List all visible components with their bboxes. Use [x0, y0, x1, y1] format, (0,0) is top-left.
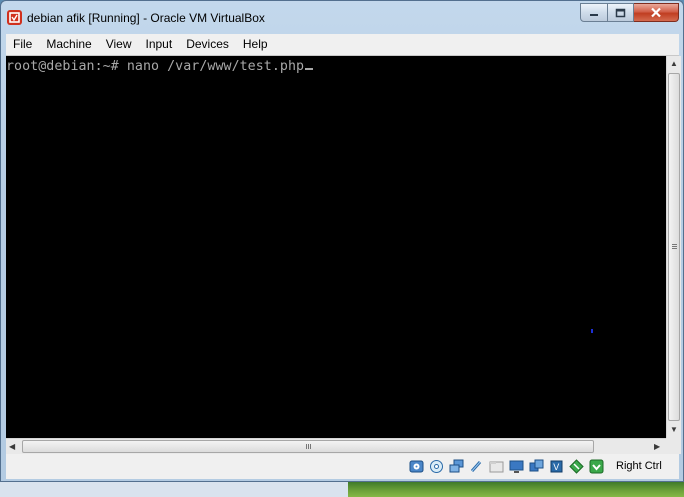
scrollbar-corner: [666, 438, 681, 454]
menu-view[interactable]: View: [99, 34, 139, 55]
console-command-line: root@debian:~# nano /var/www/test.php: [6, 59, 314, 74]
display-icon[interactable]: [508, 458, 525, 474]
window-title: debian afik [Running] - Oracle VM Virtua…: [27, 11, 265, 25]
svg-text:V: V: [553, 462, 559, 472]
usb-icon[interactable]: [468, 458, 485, 474]
hard-disk-icon[interactable]: [408, 458, 425, 474]
status-bar: V Right Ctrl: [6, 454, 679, 479]
shared-folders-icon[interactable]: [488, 458, 505, 474]
menu-machine[interactable]: Machine: [39, 34, 98, 55]
menu-bar: File Machine View Input Devices Help: [6, 34, 679, 56]
scroll-up-icon[interactable]: ▲: [670, 59, 678, 68]
maximize-icon: [615, 8, 626, 17]
desktop-background: [0, 482, 348, 497]
menu-input[interactable]: Input: [139, 34, 180, 55]
title-bar[interactable]: debian afik [Running] - Oracle VM Virtua…: [1, 1, 683, 33]
scroll-right-icon[interactable]: ▶: [654, 442, 660, 451]
vertical-scroll-thumb[interactable]: [668, 73, 680, 421]
mouse-pointer-artifact: [591, 329, 593, 333]
text-cursor: [305, 68, 314, 70]
menu-file[interactable]: File: [6, 34, 39, 55]
mouse-integration-icon[interactable]: [568, 458, 585, 474]
optical-disc-icon[interactable]: [428, 458, 445, 474]
horizontal-scrollbar[interactable]: ◀ ▶: [6, 438, 666, 454]
video-capture-icon[interactable]: [528, 458, 545, 474]
vertical-scrollbar[interactable]: ▲ ▼: [666, 56, 681, 438]
virtualbox-window: debian afik [Running] - Oracle VM Virtua…: [0, 0, 684, 482]
network-icon[interactable]: [448, 458, 465, 474]
minimize-button[interactable]: [580, 3, 608, 22]
cpu-virtualization-icon[interactable]: V: [548, 458, 565, 474]
minimize-icon: [590, 13, 598, 16]
menu-devices[interactable]: Devices: [179, 34, 236, 55]
scroll-left-icon[interactable]: ◀: [9, 442, 15, 451]
maximize-button[interactable]: [608, 3, 634, 22]
close-icon: [651, 7, 661, 18]
console-prompt: root@debian:~#: [6, 59, 127, 74]
host-key-label: Right Ctrl: [616, 460, 662, 472]
desktop-wallpaper: [348, 482, 684, 497]
vm-console-screen[interactable]: root@debian:~# nano /var/www/test.php: [6, 56, 666, 438]
console-command: nano /var/www/test.php: [126, 59, 305, 74]
scroll-down-icon[interactable]: ▼: [670, 425, 678, 434]
virtualbox-icon: [7, 10, 22, 25]
keyboard-capture-icon[interactable]: [588, 458, 605, 474]
menu-help[interactable]: Help: [236, 34, 275, 55]
horizontal-scroll-thumb[interactable]: [22, 440, 594, 453]
close-button[interactable]: [634, 3, 679, 22]
